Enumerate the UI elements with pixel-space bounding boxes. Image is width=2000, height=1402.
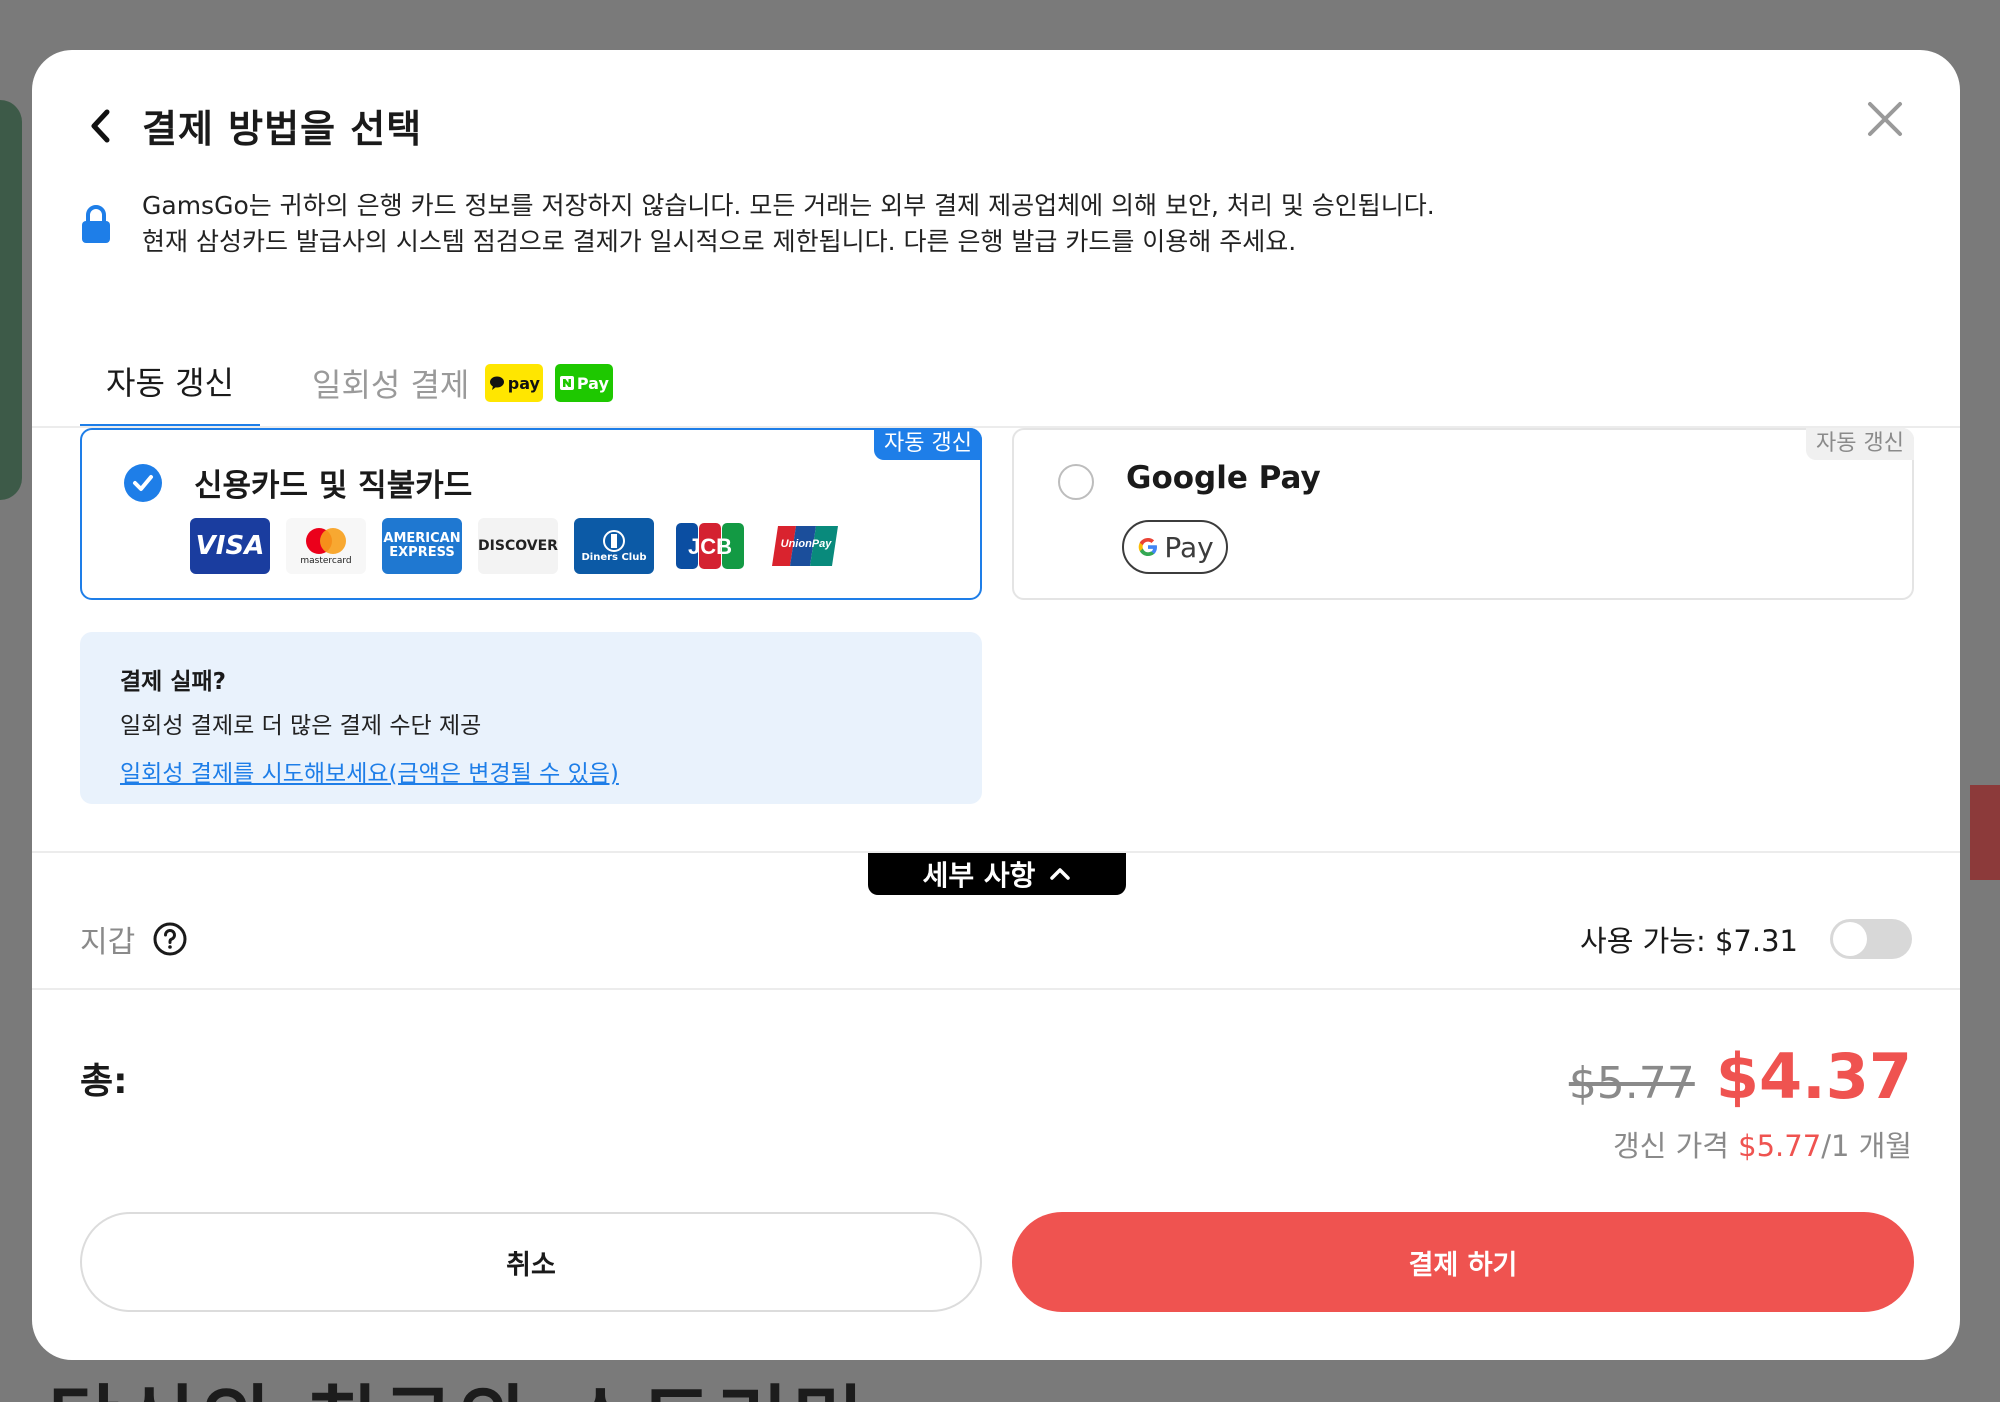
- unionpay-icon: UnionPay: [766, 518, 846, 574]
- tab-one-time-label: 일회성 결제: [312, 366, 470, 404]
- renewal-price: $5.77: [1738, 1129, 1822, 1163]
- discounted-price: $4.37: [1715, 1040, 1912, 1113]
- naverpay-label: Pay: [576, 373, 609, 393]
- toggle-knob: [1833, 922, 1867, 956]
- tab-auto-renew[interactable]: 자동 갱신: [80, 338, 260, 428]
- jcb-label: JCB: [688, 534, 732, 559]
- fail-title: 결제 실패?: [120, 669, 226, 695]
- backdrop-panel: [0, 100, 22, 500]
- mastercard-label: mastercard: [300, 556, 352, 566]
- card-brand-logos: VISA mastercard AMERICAN EXPRESS DISCOVE…: [190, 518, 862, 574]
- credit-card-option[interactable]: 자동 갱신 신용카드 및 직불카드 VISA mastercard AMERIC…: [80, 428, 982, 600]
- notice-line-1: GamsGo는 귀하의 은행 카드 정보를 저장하지 않습니다. 모든 거래는 …: [142, 191, 1435, 220]
- notice-line-2: 현재 삼성카드 발급사의 시스템 점검으로 결제가 일시적으로 제한됩니다. 다…: [142, 227, 1297, 256]
- original-price: $5.77: [1568, 1058, 1695, 1109]
- chevron-up-icon: [1050, 868, 1071, 880]
- back-arrow-icon[interactable]: [80, 99, 120, 153]
- lock-icon: [80, 204, 112, 244]
- help-icon[interactable]: [153, 922, 187, 956]
- close-icon[interactable]: [1860, 94, 1910, 144]
- details-toggle-button[interactable]: 세부 사항: [868, 853, 1126, 895]
- wallet-available-balance: 사용 가능: $7.31: [1580, 924, 1798, 958]
- wallet-row: 지갑 사용 가능: $7.31: [80, 900, 1912, 978]
- wallet-label: 지갑: [80, 925, 136, 960]
- pay-button[interactable]: 결제 하기: [1012, 1212, 1914, 1312]
- page-title: 결제 방법을 선택: [142, 107, 423, 151]
- payment-tabs: 자동 갱신 일회성 결제 pay Pay: [80, 338, 614, 428]
- payment-method-modal: 결제 방법을 선택 GamsGo는 귀하의 은행 카드 정보를 저장하지 않습니…: [32, 50, 1960, 1360]
- discover-icon: DISCOVER: [478, 518, 558, 574]
- google-pay-logo: Pay: [1122, 520, 1228, 574]
- notice-text: GamsGo는 귀하의 은행 카드 정보를 저장하지 않습니다. 모든 거래는 …: [142, 188, 1435, 260]
- total-label: 총:: [80, 1061, 128, 1102]
- mastercard-icon: mastercard: [286, 518, 366, 574]
- payment-failed-box: 결제 실패? 일회성 결제로 더 많은 결제 수단 제공 일회성 결제를 시도해…: [80, 632, 982, 804]
- renewal-period: /1 개월: [1821, 1129, 1912, 1163]
- wallet-toggle[interactable]: [1830, 919, 1912, 959]
- modal-header: 결제 방법을 선택: [80, 98, 422, 153]
- renewal-price-line: 갱신 가격 $5.77/1 개월: [1569, 1123, 1912, 1165]
- diners-club-icon: Diners Club: [574, 518, 654, 574]
- security-notice: GamsGo는 귀하의 은행 카드 정보를 저장하지 않습니다. 모든 거래는 …: [80, 188, 1435, 260]
- auto-renew-badge-gpay: 자동 갱신: [1806, 428, 1914, 460]
- google-pay-chip-label: Pay: [1164, 530, 1214, 564]
- details-label: 세부 사항: [922, 859, 1036, 892]
- radio-button-icon: [1058, 464, 1094, 500]
- auto-renew-badge: 자동 갱신: [874, 428, 982, 460]
- credit-card-label: 신용카드 및 직불카드: [194, 468, 473, 504]
- kakaopay-label: pay: [507, 373, 540, 393]
- cancel-button[interactable]: 취소: [80, 1212, 982, 1312]
- unionpay-label: UnionPay: [781, 538, 833, 550]
- diners-club-label: Diners Club: [581, 551, 647, 563]
- fail-description: 일회성 결제로 더 많은 결제 수단 제공: [120, 713, 482, 739]
- amex-icon: AMERICAN EXPRESS: [382, 518, 462, 574]
- visa-icon: VISA: [190, 518, 270, 574]
- section-divider: [32, 988, 1960, 990]
- kakaopay-icon: pay: [485, 364, 544, 402]
- renewal-label: 갱신 가격: [1612, 1129, 1729, 1163]
- check-circle-icon: [124, 464, 162, 502]
- try-one-time-link[interactable]: 일회성 결제를 시도해보세요(금액은 변경될 수 있음): [120, 754, 619, 788]
- google-pay-label: Google Pay: [1126, 460, 1321, 496]
- jcb-icon: JCB: [670, 518, 750, 574]
- naverpay-icon: Pay: [555, 364, 614, 402]
- price-block: $5.77 $4.37 갱신 가격 $5.77/1 개월: [1569, 1040, 1912, 1165]
- tab-one-time[interactable]: 일회성 결제 pay Pay: [312, 338, 614, 428]
- google-g-icon: [1139, 538, 1158, 556]
- google-pay-option[interactable]: 자동 갱신 Google Pay Pay: [1012, 428, 1914, 600]
- backdrop-heading: 당신의 친구와 스트리밍: [48, 1360, 868, 1402]
- backdrop-panel-red: [1970, 785, 2000, 880]
